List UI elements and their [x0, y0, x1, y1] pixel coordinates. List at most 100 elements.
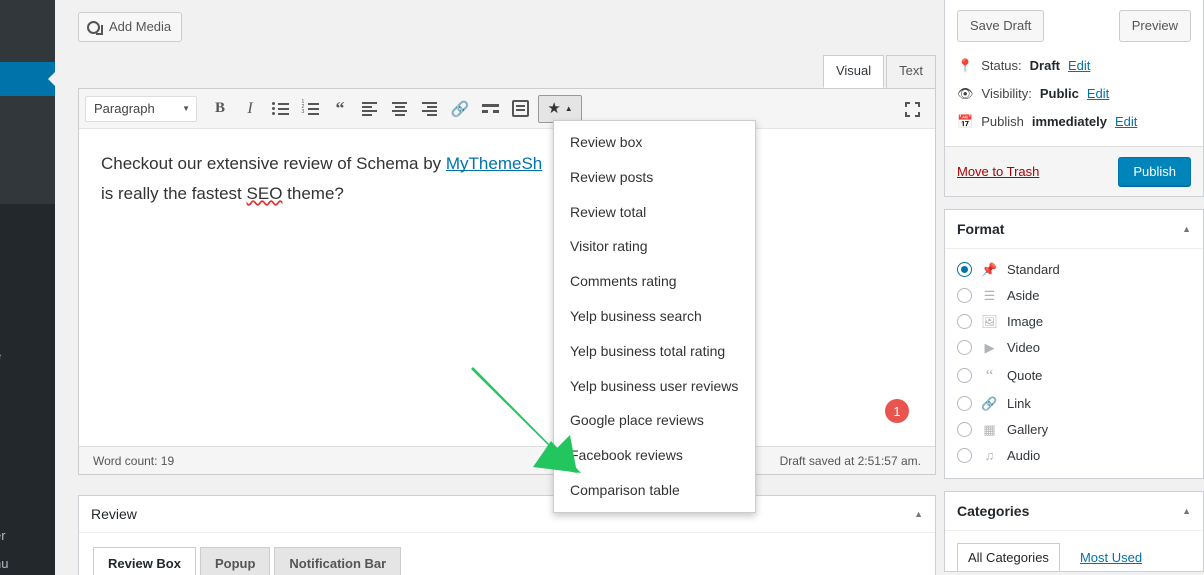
radio-image[interactable]	[957, 314, 972, 329]
status-row: 📍 Status: Draft Edit	[957, 52, 1191, 80]
format-option-video[interactable]: ▶ Video	[957, 335, 1191, 361]
draft-saved-label: Draft saved at 2:51:57 am.	[779, 453, 921, 468]
format-option-gallery[interactable]: ▦ Gallery	[957, 417, 1191, 443]
format-label-video: Video	[1007, 340, 1041, 355]
notification-badge[interactable]: 1	[885, 399, 909, 423]
bold-icon[interactable]: B	[206, 95, 234, 123]
menu-item-comments-rating[interactable]: Comments rating	[554, 264, 755, 299]
editor-content-area[interactable]: Checkout our extensive review of Schema …	[79, 129, 935, 229]
review-metabox-header[interactable]: Review ▲	[79, 496, 935, 533]
format-label-image: Image	[1007, 314, 1044, 329]
categories-tabs: All Categories Most Used	[945, 531, 1203, 571]
admin-menu-item-active[interactable]	[0, 62, 55, 96]
align-right-icon[interactable]	[416, 95, 444, 123]
italic-icon[interactable]: I	[236, 95, 264, 123]
tab-text[interactable]: Text	[886, 55, 936, 88]
format-panel-header[interactable]: Format ▲	[945, 210, 1203, 249]
radio-video[interactable]	[957, 340, 972, 355]
aside-icon: ☰	[983, 287, 996, 303]
publish-panel-footer: Move to Trash Publish	[945, 145, 1203, 196]
format-option-link[interactable]: 🔗 Link	[957, 391, 1191, 417]
format-option-audio[interactable]: ♫ Audio	[957, 443, 1191, 468]
content-text-seo: SEO	[246, 183, 283, 203]
status-value: Draft	[1029, 58, 1060, 73]
insert-link-icon[interactable]: 🔗	[446, 95, 474, 123]
visibility-edit-link[interactable]: Edit	[1087, 86, 1109, 101]
menu-item-google-place-reviews[interactable]: Google place reviews	[554, 403, 755, 438]
admin-menu-fragment-0[interactable]: e	[0, 348, 1, 363]
radio-quote[interactable]	[957, 368, 972, 383]
radio-standard[interactable]	[957, 262, 972, 277]
menu-item-yelp-business-total-rating[interactable]: Yelp business total rating	[554, 334, 755, 369]
collapse-icon[interactable]: ▲	[914, 509, 923, 519]
categories-panel-header[interactable]: Categories ▲	[945, 492, 1203, 531]
align-center-icon[interactable]	[386, 95, 414, 123]
quote-icon: “	[985, 365, 994, 385]
publish-panel: Save Draft Preview 📍 Status: Draft Edit …	[944, 0, 1204, 197]
admin-menu-fragment-1[interactable]: er	[0, 528, 6, 543]
toolbar-toggle-icon[interactable]	[506, 95, 534, 123]
menu-item-review-posts[interactable]: Review posts	[554, 160, 755, 195]
format-label-audio: Audio	[1007, 447, 1041, 463]
collapse-menu-fragment[interactable]: nu	[0, 556, 8, 571]
tab-notification-bar[interactable]: Notification Bar	[274, 547, 402, 575]
tab-most-used[interactable]: Most Used	[1070, 544, 1152, 571]
review-plugin-star-button[interactable]: ★ ▲	[538, 94, 582, 123]
admin-sidebar: e er nu	[0, 0, 55, 575]
collapse-icon[interactable]: ▲	[1182, 224, 1191, 234]
menu-item-review-total[interactable]: Review total	[554, 195, 755, 230]
content-text-3: theme?	[282, 183, 344, 203]
visibility-value: Public	[1039, 86, 1079, 101]
admin-menu-group-top[interactable]	[0, 0, 55, 62]
radio-link[interactable]	[957, 396, 972, 411]
distraction-free-icon[interactable]	[898, 95, 926, 123]
tab-review-box[interactable]: Review Box	[93, 547, 196, 575]
format-option-standard[interactable]: 📌 Standard	[957, 257, 1191, 283]
blockquote-icon[interactable]: “	[326, 95, 354, 123]
status-edit-link[interactable]: Edit	[1068, 58, 1090, 73]
bulleted-list-icon[interactable]	[266, 95, 294, 123]
preview-button[interactable]: Preview	[1118, 10, 1191, 42]
editor-status-bar: Word count: 19 Draft saved at 2:51:57 am…	[79, 446, 935, 474]
read-more-icon[interactable]	[476, 95, 504, 123]
format-option-aside[interactable]: ☰ Aside	[957, 283, 1191, 309]
menu-item-yelp-business-search[interactable]: Yelp business search	[554, 299, 755, 334]
right-sidebar: Save Draft Preview 📍 Status: Draft Edit …	[944, 0, 1204, 575]
status-label: Status:	[981, 58, 1022, 73]
format-panel: Format ▲ 📌 Standard ☰ Aside 🖼 Image ▶ Vi…	[944, 208, 1204, 479]
format-option-image[interactable]: 🖼 Image	[957, 309, 1191, 335]
editor-toolbar: Paragraph ▼ B I 1 2 3 “ 🔗 ★ ▲	[79, 89, 935, 129]
format-label-gallery: Gallery	[1007, 422, 1049, 437]
content-link-mythemeshop[interactable]: MyThemeSh	[446, 154, 542, 173]
collapse-icon[interactable]: ▲	[1182, 506, 1191, 516]
save-draft-button[interactable]: Save Draft	[957, 10, 1045, 42]
paragraph-format-select[interactable]: Paragraph ▼	[85, 95, 197, 122]
move-to-trash-link[interactable]: Move to Trash	[957, 164, 1039, 179]
publish-date-edit-link[interactable]: Edit	[1115, 114, 1137, 129]
publish-button[interactable]: Publish	[1118, 156, 1191, 186]
star-icon: ★	[547, 100, 561, 117]
word-count-label: Word count: 19	[93, 453, 175, 468]
tab-popup[interactable]: Popup	[199, 547, 271, 575]
numbered-list-icon[interactable]: 1 2 3	[296, 95, 324, 123]
add-media-button[interactable]: Add Media	[78, 12, 183, 43]
menu-item-yelp-business-user-reviews[interactable]: Yelp business user reviews	[554, 369, 755, 404]
radio-aside[interactable]	[957, 288, 972, 303]
menu-item-comparison-table[interactable]: Comparison table	[554, 473, 755, 508]
caret-up-icon: ▲	[564, 104, 573, 113]
publish-date-value: immediately	[1031, 114, 1107, 129]
tab-all-categories[interactable]: All Categories	[957, 542, 1060, 571]
menu-item-visitor-rating[interactable]: Visitor rating	[554, 229, 755, 264]
menu-item-review-box[interactable]: Review box	[554, 125, 755, 160]
menu-item-facebook-reviews[interactable]: Facebook reviews	[554, 438, 755, 473]
visibility-label: Visibility:	[981, 86, 1032, 101]
radio-gallery[interactable]	[957, 422, 972, 437]
image-icon: 🖼	[981, 313, 998, 329]
publish-label: Publish	[981, 114, 1024, 129]
align-left-icon[interactable]	[356, 95, 384, 123]
format-option-quote[interactable]: “ Quote	[957, 361, 1191, 391]
tab-visual[interactable]: Visual	[822, 55, 885, 88]
admin-menu-group-middle[interactable]	[0, 96, 55, 204]
editor-column: Add Media Visual Text Paragraph ▼ B I 1 …	[78, 0, 936, 575]
radio-audio[interactable]	[957, 447, 972, 463]
